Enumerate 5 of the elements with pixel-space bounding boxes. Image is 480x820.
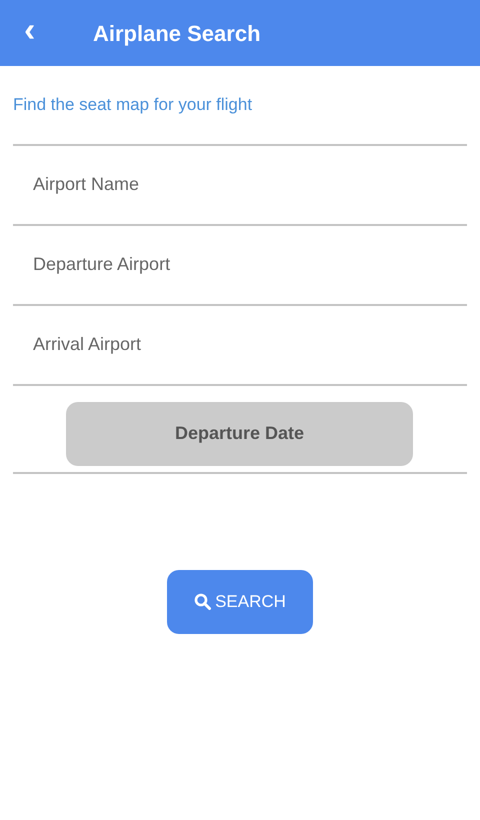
search-button[interactable]: SEARCH [167,570,313,634]
screen-title: Airplane Search [93,20,261,48]
back-button[interactable]: ‹ [0,13,66,47]
departure-date-button[interactable]: Departure Date [66,402,413,466]
search-icon [194,593,212,610]
